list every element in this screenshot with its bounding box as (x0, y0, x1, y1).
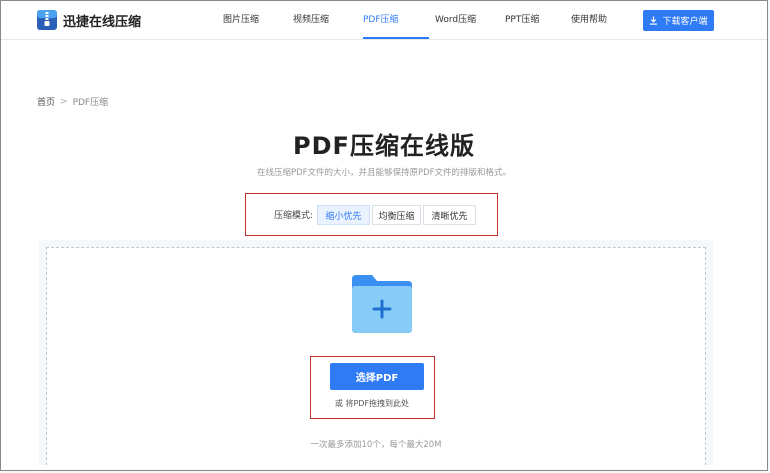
mode-option-clearest[interactable]: 清晰优先 (423, 205, 476, 225)
breadcrumb-home[interactable]: 首页 (37, 95, 55, 108)
download-client-label: 下载客户端 (662, 17, 708, 27)
zip-logo-icon (37, 10, 57, 30)
download-icon (650, 16, 658, 25)
logo-text: 迅捷在线压缩 (63, 14, 142, 30)
top-header: 迅捷在线压缩 图片压缩 视频压缩 PDF压缩 Word压缩 PPT压缩 使用帮助… (1, 1, 767, 40)
upload-limit-note: 一次最多添加10个，每个最大20M (310, 440, 442, 450)
nav-word-compress[interactable]: Word压缩 (435, 1, 505, 39)
drag-hint: 或 将PDF拖拽到此处 (334, 399, 410, 408)
breadcrumb-current: PDF压缩 (72, 98, 109, 108)
mode-option-balanced[interactable]: 均衡压缩 (372, 205, 421, 225)
nav-image-compress[interactable]: 图片压缩 (223, 1, 293, 39)
main-nav: 图片压缩 视频压缩 PDF压缩 Word压缩 PPT压缩 使用帮助 (223, 1, 631, 39)
compression-mode-selector: 压缩模式: 缩小优先 均衡压缩 清晰优先 (245, 193, 498, 236)
nav-pdf-compress[interactable]: PDF压缩 (357, 1, 435, 39)
add-folder-icon (352, 275, 412, 333)
breadcrumb: 首页 > PDF压缩 (37, 95, 109, 109)
nav-ppt-compress[interactable]: PPT压缩 (505, 1, 571, 39)
page-subtitle: 在线压缩PDF文件的大小，并且能够保持原PDF文件的排版和格式。 (256, 168, 512, 178)
mode-option-smallest[interactable]: 缩小优先 (317, 205, 370, 225)
nav-help[interactable]: 使用帮助 (571, 1, 631, 39)
page-title: PDF压缩在线版 (293, 132, 475, 160)
upload-area[interactable]: 选择PDF 或 将PDF拖拽到此处 一次最多添加10个，每个最大20M (39, 240, 713, 465)
main-content: 首页 > PDF压缩 PDF压缩在线版 在线压缩PDF文件的大小，并且能够保持原… (1, 40, 767, 470)
drop-zone[interactable]: 选择PDF 或 将PDF拖拽到此处 一次最多添加10个，每个最大20M (46, 247, 706, 465)
nav-video-compress[interactable]: 视频压缩 (293, 1, 357, 39)
choose-pdf-button[interactable]: 选择PDF (330, 363, 424, 390)
compression-mode-label: 压缩模式: (274, 211, 314, 221)
logo[interactable]: 迅捷在线压缩 (37, 10, 141, 30)
choose-pdf-highlight: 选择PDF 或 将PDF拖拽到此处 (310, 356, 435, 419)
breadcrumb-separator: > (60, 96, 68, 107)
download-client-button[interactable]: 下载客户端 (643, 10, 714, 31)
